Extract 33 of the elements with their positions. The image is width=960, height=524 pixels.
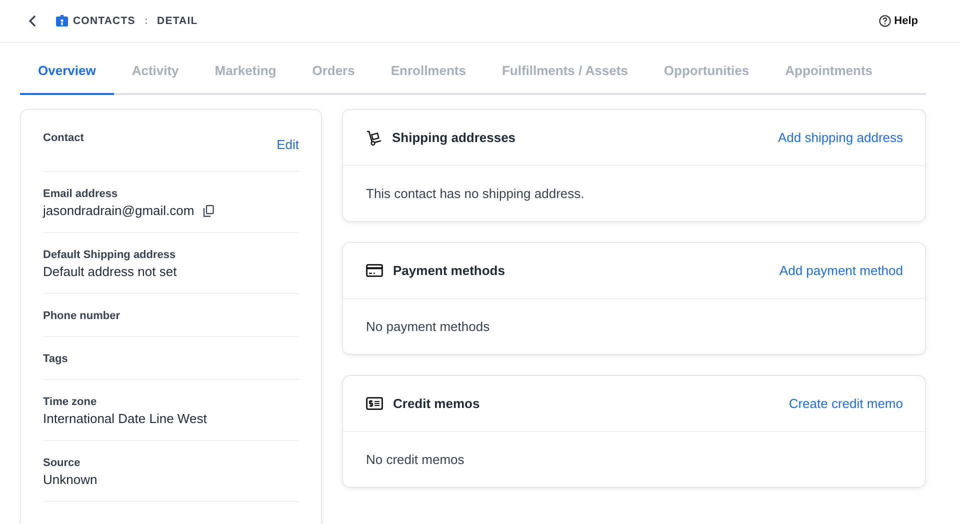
field-label: Source (43, 457, 82, 469)
field-label: Email address (43, 188, 119, 200)
field-value: jasondradrain@gmail.com (43, 203, 194, 218)
field-label: Time zone (43, 396, 98, 408)
tab[interactable]: Overview (20, 47, 114, 95)
card-title: Payment methods (393, 263, 505, 278)
card-title: Shipping addresses (392, 130, 516, 145)
field-value: Default address not set (43, 264, 177, 279)
action-link[interactable]: Create credit memo (788, 396, 903, 411)
chevron-left-icon (28, 15, 38, 27)
field-label: Tags (43, 353, 69, 365)
action-link[interactable]: Add shipping address (778, 130, 903, 145)
hand-truck-icon (366, 130, 382, 146)
field-value: International Date Line West (43, 411, 207, 426)
section-title: Contact (43, 132, 84, 144)
edit-link[interactable]: Edit (276, 137, 299, 152)
help-icon (879, 15, 892, 27)
breadcrumb-link[interactable]: CONTACTS (73, 15, 136, 27)
empty-message: No payment methods (366, 319, 490, 334)
help-button[interactable]: Help (879, 15, 918, 27)
contact-card-icon (56, 15, 68, 27)
field-label: Default Shipping address (43, 249, 177, 261)
empty-message: This contact has no shipping address. (366, 186, 584, 201)
credit-card-icon (366, 264, 383, 277)
receipt-icon (366, 397, 383, 410)
card-title: Credit memos (393, 396, 480, 411)
empty-message: No credit memos (366, 452, 464, 467)
field-value: Unknown (43, 472, 98, 487)
breadcrumb-separator: : (144, 15, 148, 27)
field-label: Phone number (43, 310, 122, 322)
copy-icon[interactable] (203, 204, 214, 216)
action-link[interactable]: Add payment method (779, 263, 903, 278)
breadcrumb-current: DETAIL (157, 15, 198, 27)
